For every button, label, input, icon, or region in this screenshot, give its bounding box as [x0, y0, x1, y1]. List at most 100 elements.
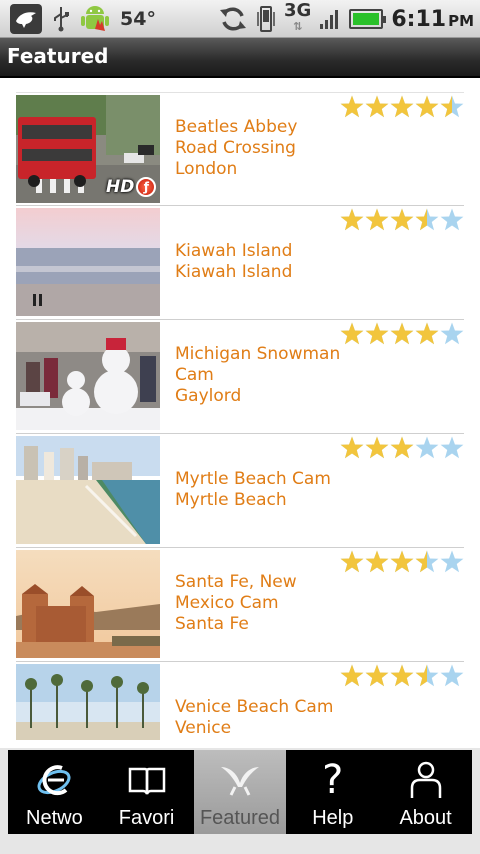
cam-title: Kiawah Island Kiawah Island — [175, 241, 353, 283]
list-item[interactable]: Venice Beach Cam Venice — [16, 662, 464, 740]
star-filled-icon — [365, 95, 389, 118]
cam-title: Venice Beach Cam Venice — [175, 697, 353, 739]
list-item[interactable]: Kiawah Island Kiawah Island — [16, 206, 464, 320]
star-filled-icon — [390, 436, 414, 459]
star-filled-icon — [390, 322, 414, 345]
tab-network[interactable]: Netwo — [8, 750, 101, 834]
tab-about[interactable]: About — [379, 750, 472, 834]
star-filled-icon — [340, 436, 364, 459]
data-arrows-icon: ⇅ — [293, 20, 303, 33]
bottom-bar: Netwo Favori Featured ? Help About — [0, 748, 480, 854]
cam-title: Michigan Snowman Cam Gaylord — [175, 344, 353, 407]
network-icon — [32, 758, 76, 802]
tab-label: Featured — [199, 807, 281, 829]
featured-icon — [218, 758, 262, 802]
list-item[interactable]: Myrtle Beach Cam Myrtle Beach — [16, 434, 464, 548]
tab-favorites[interactable]: Favori — [101, 750, 194, 834]
person-icon — [404, 758, 448, 802]
cam-line: Kiawah Island — [175, 241, 293, 261]
star-icon — [440, 208, 464, 231]
cam-line: Santa Fe, New — [175, 572, 297, 592]
vibrate-icon — [257, 6, 275, 32]
cam-title: Beatles Abbey Road Crossing London — [175, 117, 353, 180]
question-icon: ? — [322, 757, 344, 803]
list-item[interactable]: Santa Fe, New Mexico Cam Santa Fe — [16, 548, 464, 662]
star-filled-icon — [340, 95, 364, 118]
cam-line: London — [175, 159, 238, 179]
cam-line: Beatles Abbey — [175, 117, 298, 137]
star-filled-icon — [340, 550, 364, 573]
sync-icon — [220, 7, 247, 31]
star-icon — [440, 436, 464, 459]
hd-badge: HD ƒ — [106, 177, 157, 197]
tab-bar: Netwo Favori Featured ? Help About — [8, 750, 472, 834]
cam-line: Kiawah Island — [175, 262, 293, 282]
network-indicator: 3G ⇅ — [284, 0, 312, 35]
star-icon — [440, 322, 464, 345]
cam-title: Myrtle Beach Cam Myrtle Beach — [175, 469, 353, 511]
cam-line: Mexico Cam — [175, 593, 279, 613]
cam-list[interactable]: HD ƒ Beatles Abbey Road Crossing London … — [16, 92, 464, 740]
star-filled-icon — [365, 664, 389, 687]
cam-line: Myrtle Beach Cam — [175, 469, 331, 489]
cam-thumbnail — [16, 664, 160, 740]
cam-line: Santa Fe — [175, 614, 249, 634]
star-filled-icon — [415, 322, 439, 345]
tab-label: About — [399, 807, 452, 829]
cam-line: Road Crossing — [175, 138, 296, 158]
star-filled-icon — [390, 95, 414, 118]
cam-thumbnail — [16, 550, 160, 658]
page-title: Featured — [7, 44, 109, 68]
list-item[interactable]: HD ƒ Beatles Abbey Road Crossing London — [16, 92, 464, 206]
star-filled-icon — [390, 664, 414, 687]
star-filled-icon — [365, 208, 389, 231]
tab-label: Netwo — [26, 807, 83, 829]
cam-thumbnail — [16, 322, 160, 430]
network-type: 3G — [284, 0, 312, 21]
star-icon — [415, 436, 439, 459]
cam-line: Gaylord — [175, 386, 242, 406]
ampm: PM — [448, 11, 474, 30]
flash-icon: ƒ — [136, 177, 157, 197]
tab-help[interactable]: ? Help — [286, 750, 379, 834]
star-icon — [440, 550, 464, 573]
tab-featured[interactable]: Featured — [193, 750, 287, 834]
star-filled-icon — [365, 436, 389, 459]
hd-label: HD — [106, 177, 135, 197]
star-filled-icon — [390, 550, 414, 573]
time: 6:11 — [391, 6, 447, 32]
book-icon — [125, 758, 169, 802]
tab-label: Favori — [118, 807, 175, 829]
star-filled-icon — [340, 322, 364, 345]
star-icon — [440, 664, 464, 687]
star-filled-icon — [340, 664, 364, 687]
star-filled-icon — [340, 208, 364, 231]
star-filled-icon — [415, 95, 439, 118]
cam-line: Venice — [175, 718, 232, 738]
cam-line: Cam — [175, 365, 214, 385]
star-rating — [340, 322, 464, 345]
star-filled-icon — [365, 550, 389, 573]
star-rating — [340, 436, 464, 459]
star-rating — [340, 95, 464, 118]
signal-icon — [320, 10, 339, 29]
list-item[interactable]: Michigan Snowman Cam Gaylord — [16, 320, 464, 434]
cam-line: Michigan Snowman — [175, 344, 341, 364]
android-debug-icon — [81, 6, 109, 31]
star-filled-icon — [390, 208, 414, 231]
usb-icon — [54, 7, 69, 32]
title-bar: Featured — [0, 38, 480, 78]
cam-title: Santa Fe, New Mexico Cam Santa Fe — [175, 572, 353, 635]
star-rating — [340, 664, 464, 687]
temperature: 54° — [120, 8, 156, 30]
bird-app-icon — [10, 4, 42, 34]
cam-line: Myrtle Beach — [175, 490, 287, 510]
battery-icon — [349, 9, 387, 29]
status-bar: 54° 3G ⇅ 6:11 PM — [0, 0, 480, 38]
star-rating — [340, 208, 464, 231]
tab-label: Help — [312, 807, 354, 829]
star-filled-icon — [365, 322, 389, 345]
cam-thumbnail — [16, 436, 160, 544]
clock: 6:11 PM — [391, 7, 474, 32]
cam-line: Venice Beach Cam — [175, 697, 334, 717]
